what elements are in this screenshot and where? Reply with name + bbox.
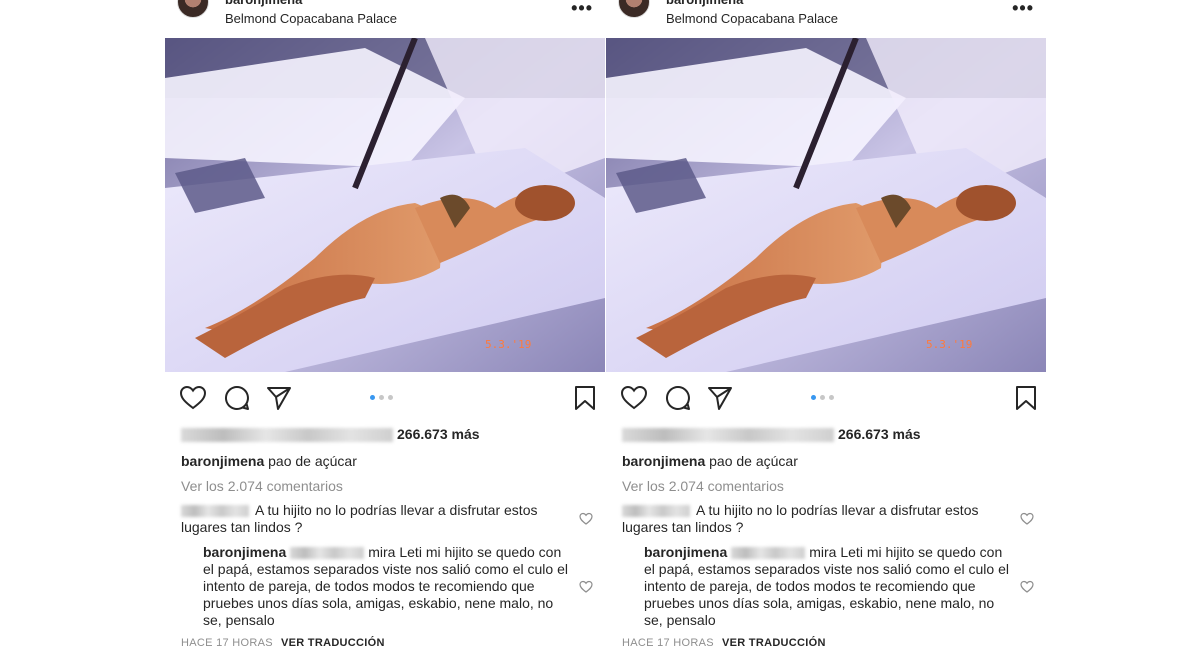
comment-like-heart-icon[interactable] [579,512,593,526]
likes-summary[interactable]: 266.673 más [622,426,921,444]
carousel-dot-active [370,395,375,400]
caption: baronjimena pao de açúcar [181,453,357,469]
post-meta: HACE 17 HORAS VER TRADUCCIÓN [622,637,826,649]
post-username[interactable]: baronjimena [666,0,743,7]
likes-count: 266.673 más [838,426,921,442]
comment-icon[interactable] [223,384,251,412]
reply-like-heart-icon[interactable] [579,580,593,594]
view-all-comments-link[interactable]: Ver los 2.074 comentarios [181,478,343,494]
likes-summary[interactable]: 266.673 más [181,426,480,444]
post-header: baronjimena Belmond Copacabana Palace ••… [606,0,1046,38]
instagram-post-right: baronjimena Belmond Copacabana Palace ••… [606,0,1046,660]
bookmark-icon[interactable] [571,384,599,412]
post-meta: HACE 17 HORAS VER TRADUCCIÓN [181,637,385,649]
reply-username[interactable]: baronjimena [203,544,286,560]
action-bar [165,380,605,416]
avatar[interactable] [177,0,209,18]
reply-like-heart-icon[interactable] [1020,580,1034,594]
likes-count: 266.673 más [397,426,480,442]
blurred-mention [731,547,806,560]
carousel-dot [388,395,393,400]
comment: A tu hijito no lo podrías llevar a disfr… [622,502,1018,536]
reply-comment: baronjimena mira Leti mi hijito se quedo … [644,544,1016,629]
carousel-indicator [370,395,400,401]
post-location[interactable]: Belmond Copacabana Palace [225,11,397,26]
photo-date-stamp: 5.3.'19 [926,338,972,351]
post-header: baronjimena Belmond Copacabana Palace ••… [165,0,605,38]
comment-like-heart-icon[interactable] [1020,512,1034,526]
comment-icon[interactable] [664,384,692,412]
post-location[interactable]: Belmond Copacabana Palace [666,11,838,26]
post-photo[interactable]: 5.3.'19 [165,38,605,372]
see-translation-link[interactable]: VER TRADUCCIÓN [281,637,385,649]
blurred-mention [290,547,365,560]
view-all-comments-link[interactable]: Ver los 2.074 comentarios [622,478,784,494]
caption: baronjimena pao de açúcar [622,453,798,469]
comment: A tu hijito no lo podrías llevar a disfr… [181,502,577,536]
post-photo[interactable]: 5.3.'19 [606,38,1046,372]
carousel-dot [820,395,825,400]
post-username[interactable]: baronjimena [225,0,302,7]
reply-username[interactable]: baronjimena [644,544,727,560]
photo-illustration: 5.3.'19 [606,38,1046,372]
blurred-likers [622,428,834,443]
caption-text: pao de açúcar [709,453,798,469]
carousel-dot-active [811,395,816,400]
carousel-dot [829,395,834,400]
avatar[interactable] [618,0,650,18]
share-icon[interactable] [265,384,293,412]
reply-comment: baronjimena mira Leti mi hijito se quedo … [203,544,575,629]
more-icon[interactable]: ••• [571,0,593,17]
blurred-commenter [622,505,690,518]
post-timestamp: HACE 17 HORAS [181,637,273,649]
caption-text: pao de açúcar [268,453,357,469]
post-timestamp: HACE 17 HORAS [622,637,714,649]
caption-username[interactable]: baronjimena [622,453,705,469]
photo-illustration: 5.3.'19 [165,38,605,372]
carousel-dot [379,395,384,400]
photo-date-stamp: 5.3.'19 [485,338,531,351]
instagram-post-left: baronjimena Belmond Copacabana Palace ••… [165,0,605,660]
carousel-indicator [811,395,841,401]
more-icon[interactable]: ••• [1012,0,1034,17]
heart-icon[interactable] [179,384,207,412]
bookmark-icon[interactable] [1012,384,1040,412]
blurred-likers [181,428,393,443]
share-icon[interactable] [706,384,734,412]
heart-icon[interactable] [620,384,648,412]
action-bar [606,380,1046,416]
caption-username[interactable]: baronjimena [181,453,264,469]
blurred-commenter [181,505,249,518]
see-translation-link[interactable]: VER TRADUCCIÓN [722,637,826,649]
